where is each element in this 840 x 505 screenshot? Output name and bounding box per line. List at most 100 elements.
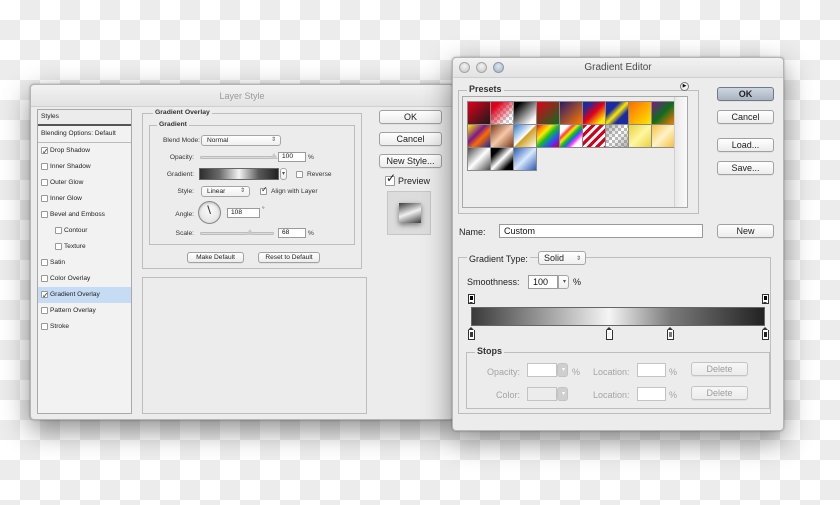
- preset-swatch[interactable]: [605, 124, 629, 148]
- presets-scrollbar[interactable]: [674, 97, 687, 207]
- style-checkbox[interactable]: [41, 288, 49, 304]
- name-input[interactable]: Custom: [499, 224, 703, 238]
- new-gradient-button[interactable]: New: [717, 224, 774, 238]
- color-stop[interactable]: [667, 327, 675, 340]
- preset-swatch[interactable]: [490, 101, 514, 125]
- align-with-layer-label: Align with Layer: [271, 188, 318, 195]
- preset-swatch[interactable]: [651, 101, 675, 125]
- preview-toggle[interactable]: Preview: [385, 171, 430, 186]
- opacity-stop[interactable]: [467, 294, 475, 304]
- style-item-stroke[interactable]: Stroke: [38, 319, 131, 335]
- style-checkbox[interactable]: [55, 227, 62, 234]
- preset-swatch[interactable]: [605, 101, 629, 125]
- align-with-layer-checkbox[interactable]: [260, 185, 268, 195]
- opacity-slider-thumb[interactable]: [270, 153, 278, 159]
- preset-swatch[interactable]: [582, 101, 606, 125]
- load-button[interactable]: Load...: [717, 138, 774, 152]
- smoothness-dropdown[interactable]: ▾: [558, 275, 569, 289]
- style-checkbox[interactable]: [41, 275, 48, 282]
- preset-swatch[interactable]: [467, 124, 491, 148]
- scale-slider-thumb[interactable]: [246, 229, 255, 235]
- preset-swatch[interactable]: [628, 124, 652, 148]
- style-checkbox[interactable]: [41, 323, 48, 330]
- stop-opacity-input[interactable]: [527, 363, 557, 377]
- opacity-input[interactable]: 100: [278, 152, 306, 162]
- preset-swatch[interactable]: [536, 124, 560, 148]
- delete-color-stop-button[interactable]: Delete: [691, 386, 748, 400]
- preset-swatch[interactable]: [559, 101, 583, 125]
- scale-input[interactable]: 68: [278, 228, 306, 238]
- style-item-gradient-overlay[interactable]: Gradient Overlay: [38, 287, 131, 304]
- style-item-texture[interactable]: Texture: [38, 239, 131, 255]
- style-item-bevel-and-emboss[interactable]: Bevel and Emboss: [38, 207, 131, 223]
- stop-color-dropdown[interactable]: ▾: [557, 387, 568, 401]
- gradient-ok-button[interactable]: OK: [717, 87, 774, 101]
- style-checkbox[interactable]: [41, 307, 48, 314]
- layer-style-cancel-button[interactable]: Cancel: [379, 132, 442, 146]
- style-checkbox[interactable]: [41, 259, 48, 266]
- preset-swatch[interactable]: [651, 124, 675, 148]
- opacity-slider[interactable]: [200, 156, 274, 159]
- style-item-contour[interactable]: Contour: [38, 223, 131, 239]
- style-item-drop-shadow[interactable]: Drop Shadow: [38, 143, 131, 160]
- style-checkbox[interactable]: [55, 243, 62, 250]
- save-button[interactable]: Save...: [717, 161, 774, 175]
- preset-swatch[interactable]: [490, 147, 514, 171]
- scale-slider[interactable]: [200, 232, 274, 235]
- preset-swatch[interactable]: [582, 124, 606, 148]
- preset-swatch[interactable]: [467, 101, 491, 125]
- stop-opacity-dropdown[interactable]: ▾: [557, 363, 568, 377]
- make-default-button[interactable]: Make Default: [187, 252, 244, 263]
- style-checkbox[interactable]: [41, 179, 48, 186]
- color-stop[interactable]: [761, 327, 769, 340]
- style-item-pattern-overlay[interactable]: Pattern Overlay: [38, 303, 131, 319]
- style-select[interactable]: Linear ⇕: [201, 186, 250, 197]
- style-item-color-overlay[interactable]: Color Overlay: [38, 271, 131, 287]
- style-item-label: Drop Shadow: [50, 146, 90, 154]
- style-checkbox[interactable]: [41, 195, 48, 202]
- color-location-input[interactable]: [637, 387, 666, 401]
- color-stop[interactable]: [605, 327, 613, 340]
- presets-menu-icon[interactable]: ▶: [680, 82, 689, 91]
- color-stop[interactable]: [467, 327, 475, 340]
- preset-swatch[interactable]: [513, 147, 537, 171]
- style-item-inner-shadow[interactable]: Inner Shadow: [38, 159, 131, 175]
- opacity-stop[interactable]: [761, 294, 769, 304]
- gradient-cancel-button[interactable]: Cancel: [717, 110, 774, 124]
- preset-swatch[interactable]: [490, 124, 514, 148]
- gradient-ramp[interactable]: [471, 307, 765, 326]
- style-checkbox[interactable]: [41, 211, 48, 218]
- new-style-button[interactable]: New Style...: [379, 154, 442, 168]
- preview-checkbox[interactable]: [385, 171, 396, 186]
- smoothness-input[interactable]: 100: [528, 275, 558, 289]
- preset-swatch[interactable]: [628, 101, 652, 125]
- opacity-location-input[interactable]: [637, 363, 666, 377]
- close-window-button[interactable]: [459, 62, 470, 73]
- style-item-outer-glow[interactable]: Outer Glow: [38, 175, 131, 191]
- angle-dial[interactable]: [198, 201, 221, 224]
- dropdown-arrow-icon: ▾: [281, 171, 285, 177]
- gradient-preview[interactable]: [199, 168, 279, 180]
- gradient-dropdown[interactable]: ▾: [280, 168, 287, 180]
- style-item-satin[interactable]: Satin: [38, 255, 131, 271]
- stop-color-swatch[interactable]: [527, 387, 557, 401]
- angle-input[interactable]: 108: [227, 208, 260, 218]
- gradient-type-select[interactable]: Solid ⇕: [538, 251, 586, 265]
- preset-swatch[interactable]: [467, 147, 491, 171]
- style-checkbox[interactable]: [41, 163, 48, 170]
- style-checkbox[interactable]: [41, 144, 49, 160]
- preset-swatch[interactable]: [536, 101, 560, 125]
- zoom-window-button[interactable]: [493, 62, 504, 73]
- style-item-inner-glow[interactable]: Inner Glow: [38, 191, 131, 207]
- layer-style-ok-button[interactable]: OK: [379, 110, 442, 124]
- minimize-window-button[interactable]: [476, 62, 487, 73]
- preset-swatch[interactable]: [559, 124, 583, 148]
- reset-to-default-button[interactable]: Reset to Default: [258, 252, 320, 263]
- preset-swatch[interactable]: [513, 101, 537, 125]
- reverse-checkbox[interactable]: [296, 171, 303, 178]
- delete-opacity-stop-button[interactable]: Delete: [691, 362, 748, 376]
- styles-header[interactable]: Styles: [38, 110, 131, 126]
- blending-options-item[interactable]: Blending Options: Default: [38, 126, 131, 143]
- blend-mode-select[interactable]: Normal ⇕: [201, 135, 281, 146]
- preset-swatch[interactable]: [513, 124, 537, 148]
